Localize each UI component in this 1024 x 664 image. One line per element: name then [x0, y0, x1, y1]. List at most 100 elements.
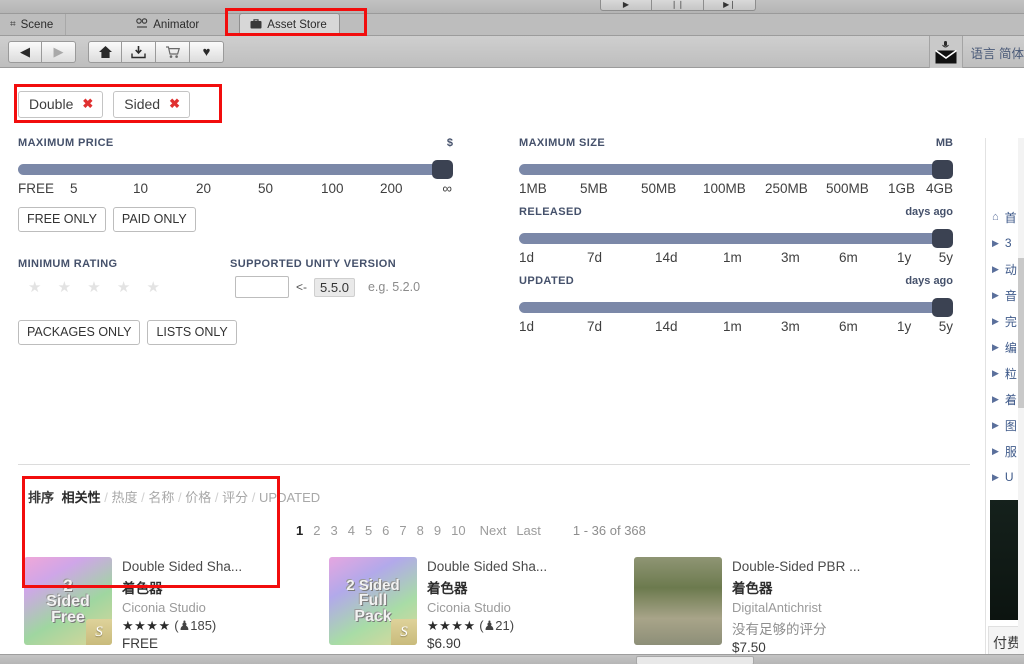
asset-thumbnail[interactable]: 2 Sided Free S: [24, 557, 112, 645]
scrollbar-thumb[interactable]: [1018, 258, 1024, 408]
forward-button[interactable]: ▶: [42, 40, 76, 63]
sort-option-rating[interactable]: 评分: [222, 490, 248, 505]
asset-info: Double Sided Sha... 着色器 Ciconia Studio ★…: [427, 557, 547, 655]
unity-version-input[interactable]: [235, 276, 289, 298]
updated-handle[interactable]: [932, 298, 953, 317]
max-price-slider[interactable]: [18, 160, 453, 179]
filters-panel: MAXIMUM PRICE $ FREE 5 10 20 50 100 200 …: [0, 137, 975, 449]
step-button[interactable]: ▶❘: [704, 0, 756, 11]
page-5[interactable]: 5: [365, 523, 372, 538]
next-page-button[interactable]: Next: [480, 523, 507, 538]
chip-double[interactable]: Double ✖: [18, 91, 104, 118]
store-button-group: ♥: [88, 40, 224, 63]
lists-only-button[interactable]: LISTS ONLY: [147, 320, 237, 345]
max-size-handle[interactable]: [932, 160, 953, 179]
page-1[interactable]: 1: [296, 523, 303, 538]
close-icon[interactable]: ✖: [82, 96, 93, 112]
page-2[interactable]: 2: [313, 523, 320, 538]
pause-button[interactable]: ❘❘: [652, 0, 704, 11]
asset-category[interactable]: 着色器: [122, 577, 242, 597]
page-10[interactable]: 10: [451, 523, 465, 538]
shader-badge-icon: S: [391, 619, 417, 645]
sort-option-relevance[interactable]: 相关性: [62, 490, 101, 505]
max-price-unit: $: [446, 137, 453, 149]
packages-only-button[interactable]: PACKAGES ONLY: [18, 320, 141, 345]
max-price-header: MAXIMUM PRICE $: [18, 137, 453, 149]
back-button[interactable]: ◀: [8, 40, 42, 63]
sidebar-item-label: 编: [1004, 340, 1017, 355]
tick: 5y: [938, 250, 953, 265]
page-3[interactable]: 3: [330, 523, 337, 538]
max-size-ticks: 1MB 5MB 50MB 100MB 250MB 500MB 1GB 4GB: [519, 181, 953, 196]
asset-publisher[interactable]: Ciconia Studio: [427, 600, 547, 615]
page-scrollbar[interactable]: [1018, 138, 1024, 664]
result-card-double-sided-pbr[interactable]: Double-Sided PBR ... 着色器 DigitalAntichri…: [628, 551, 933, 664]
animator-icon: [136, 18, 148, 31]
tab-scene[interactable]: ⌗ Scene: [0, 14, 67, 35]
updated-track[interactable]: [519, 302, 953, 313]
paid-only-button[interactable]: PAID ONLY: [112, 207, 196, 232]
chevron-right-icon: ▶: [992, 393, 999, 404]
max-size-track[interactable]: [519, 164, 953, 175]
status-field: [636, 656, 754, 664]
max-size-header: MAXIMUM SIZE MB: [519, 137, 953, 149]
page-6[interactable]: 6: [382, 523, 389, 538]
released-slider[interactable]: [519, 229, 953, 248]
tab-animator[interactable]: Animator: [66, 14, 211, 35]
chevron-right-icon: ▶: [992, 315, 999, 326]
asset-publisher[interactable]: Ciconia Studio: [122, 600, 242, 615]
sort-option-price[interactable]: 价格: [185, 490, 211, 505]
chip-sided[interactable]: Sided ✖: [113, 91, 190, 118]
asset-title[interactable]: Double Sided Sha...: [122, 559, 242, 574]
tab-asset-store[interactable]: Asset Store: [239, 13, 340, 35]
sort-option-name[interactable]: 名称: [148, 490, 174, 505]
max-price-track[interactable]: [18, 164, 453, 175]
asset-title[interactable]: Double Sided Sha...: [427, 559, 547, 574]
updated-slider[interactable]: [519, 298, 953, 317]
unity-version-current[interactable]: 5.5.0: [314, 277, 355, 297]
tick: 100: [321, 181, 344, 196]
result-count: 1 - 36 of 368: [572, 523, 646, 538]
downloads-button[interactable]: [122, 40, 156, 63]
asset-thumbnail[interactable]: 2 Sided Full Pack S: [329, 557, 417, 645]
toolbar-right-group: 语言 简体: [928, 36, 1024, 68]
result-card-double-sided-full-pack[interactable]: 2 Sided Full Pack S Double Sided Sha... …: [323, 551, 628, 664]
max-size-slider[interactable]: [519, 160, 953, 179]
sort-option-updated[interactable]: UPDATED: [259, 490, 320, 505]
unity-version-row: <- 5.5.0 e.g. 5.2.0: [235, 276, 420, 298]
editor-status-bar: [0, 654, 1024, 664]
tab-animator-label: Animator: [153, 18, 200, 31]
close-icon[interactable]: ✖: [169, 96, 180, 112]
sidebar-item-label: 3: [1004, 236, 1012, 250]
released-track[interactable]: [519, 233, 953, 244]
language-selector[interactable]: 语言 简体: [963, 43, 1024, 62]
chip-sided-label: Sided: [124, 96, 161, 112]
cart-button[interactable]: [156, 40, 190, 63]
chip-double-label: Double: [29, 96, 74, 112]
last-page-button[interactable]: Last: [516, 523, 541, 538]
home-button[interactable]: [88, 40, 122, 63]
min-rating-stars[interactable]: ★ ★ ★ ★ ★: [28, 278, 230, 296]
asset-price: $6.90: [427, 636, 461, 651]
asset-category[interactable]: 着色器: [427, 577, 547, 597]
max-price-handle[interactable]: [432, 160, 453, 179]
chevron-right-icon: ▶: [992, 237, 999, 248]
asset-title[interactable]: Double-Sided PBR ...: [732, 559, 860, 574]
favorites-button[interactable]: ♥: [190, 40, 224, 63]
page-9[interactable]: 9: [434, 523, 441, 538]
page-4[interactable]: 4: [348, 523, 355, 538]
play-button[interactable]: ▶: [600, 0, 652, 11]
released-handle[interactable]: [932, 229, 953, 248]
min-rating-group: MINIMUM RATING ★ ★ ★ ★ ★: [18, 258, 230, 298]
playback-controls: ▶ ❘❘ ▶❘: [600, 0, 756, 11]
free-only-button[interactable]: FREE ONLY: [18, 207, 106, 232]
asset-publisher[interactable]: DigitalAntichrist: [732, 600, 860, 615]
asset-category[interactable]: 着色器: [732, 577, 860, 597]
page-7[interactable]: 7: [399, 523, 406, 538]
mail-button[interactable]: [928, 36, 963, 68]
asset-thumbnail[interactable]: [634, 557, 722, 645]
page-8[interactable]: 8: [417, 523, 424, 538]
sort-option-popularity[interactable]: 热度: [112, 490, 138, 505]
star-rating: ★★★★: [427, 618, 476, 633]
result-card-double-sided-shader-free[interactable]: 2 Sided Free S Double Sided Sha... 着色器 C…: [18, 551, 323, 664]
